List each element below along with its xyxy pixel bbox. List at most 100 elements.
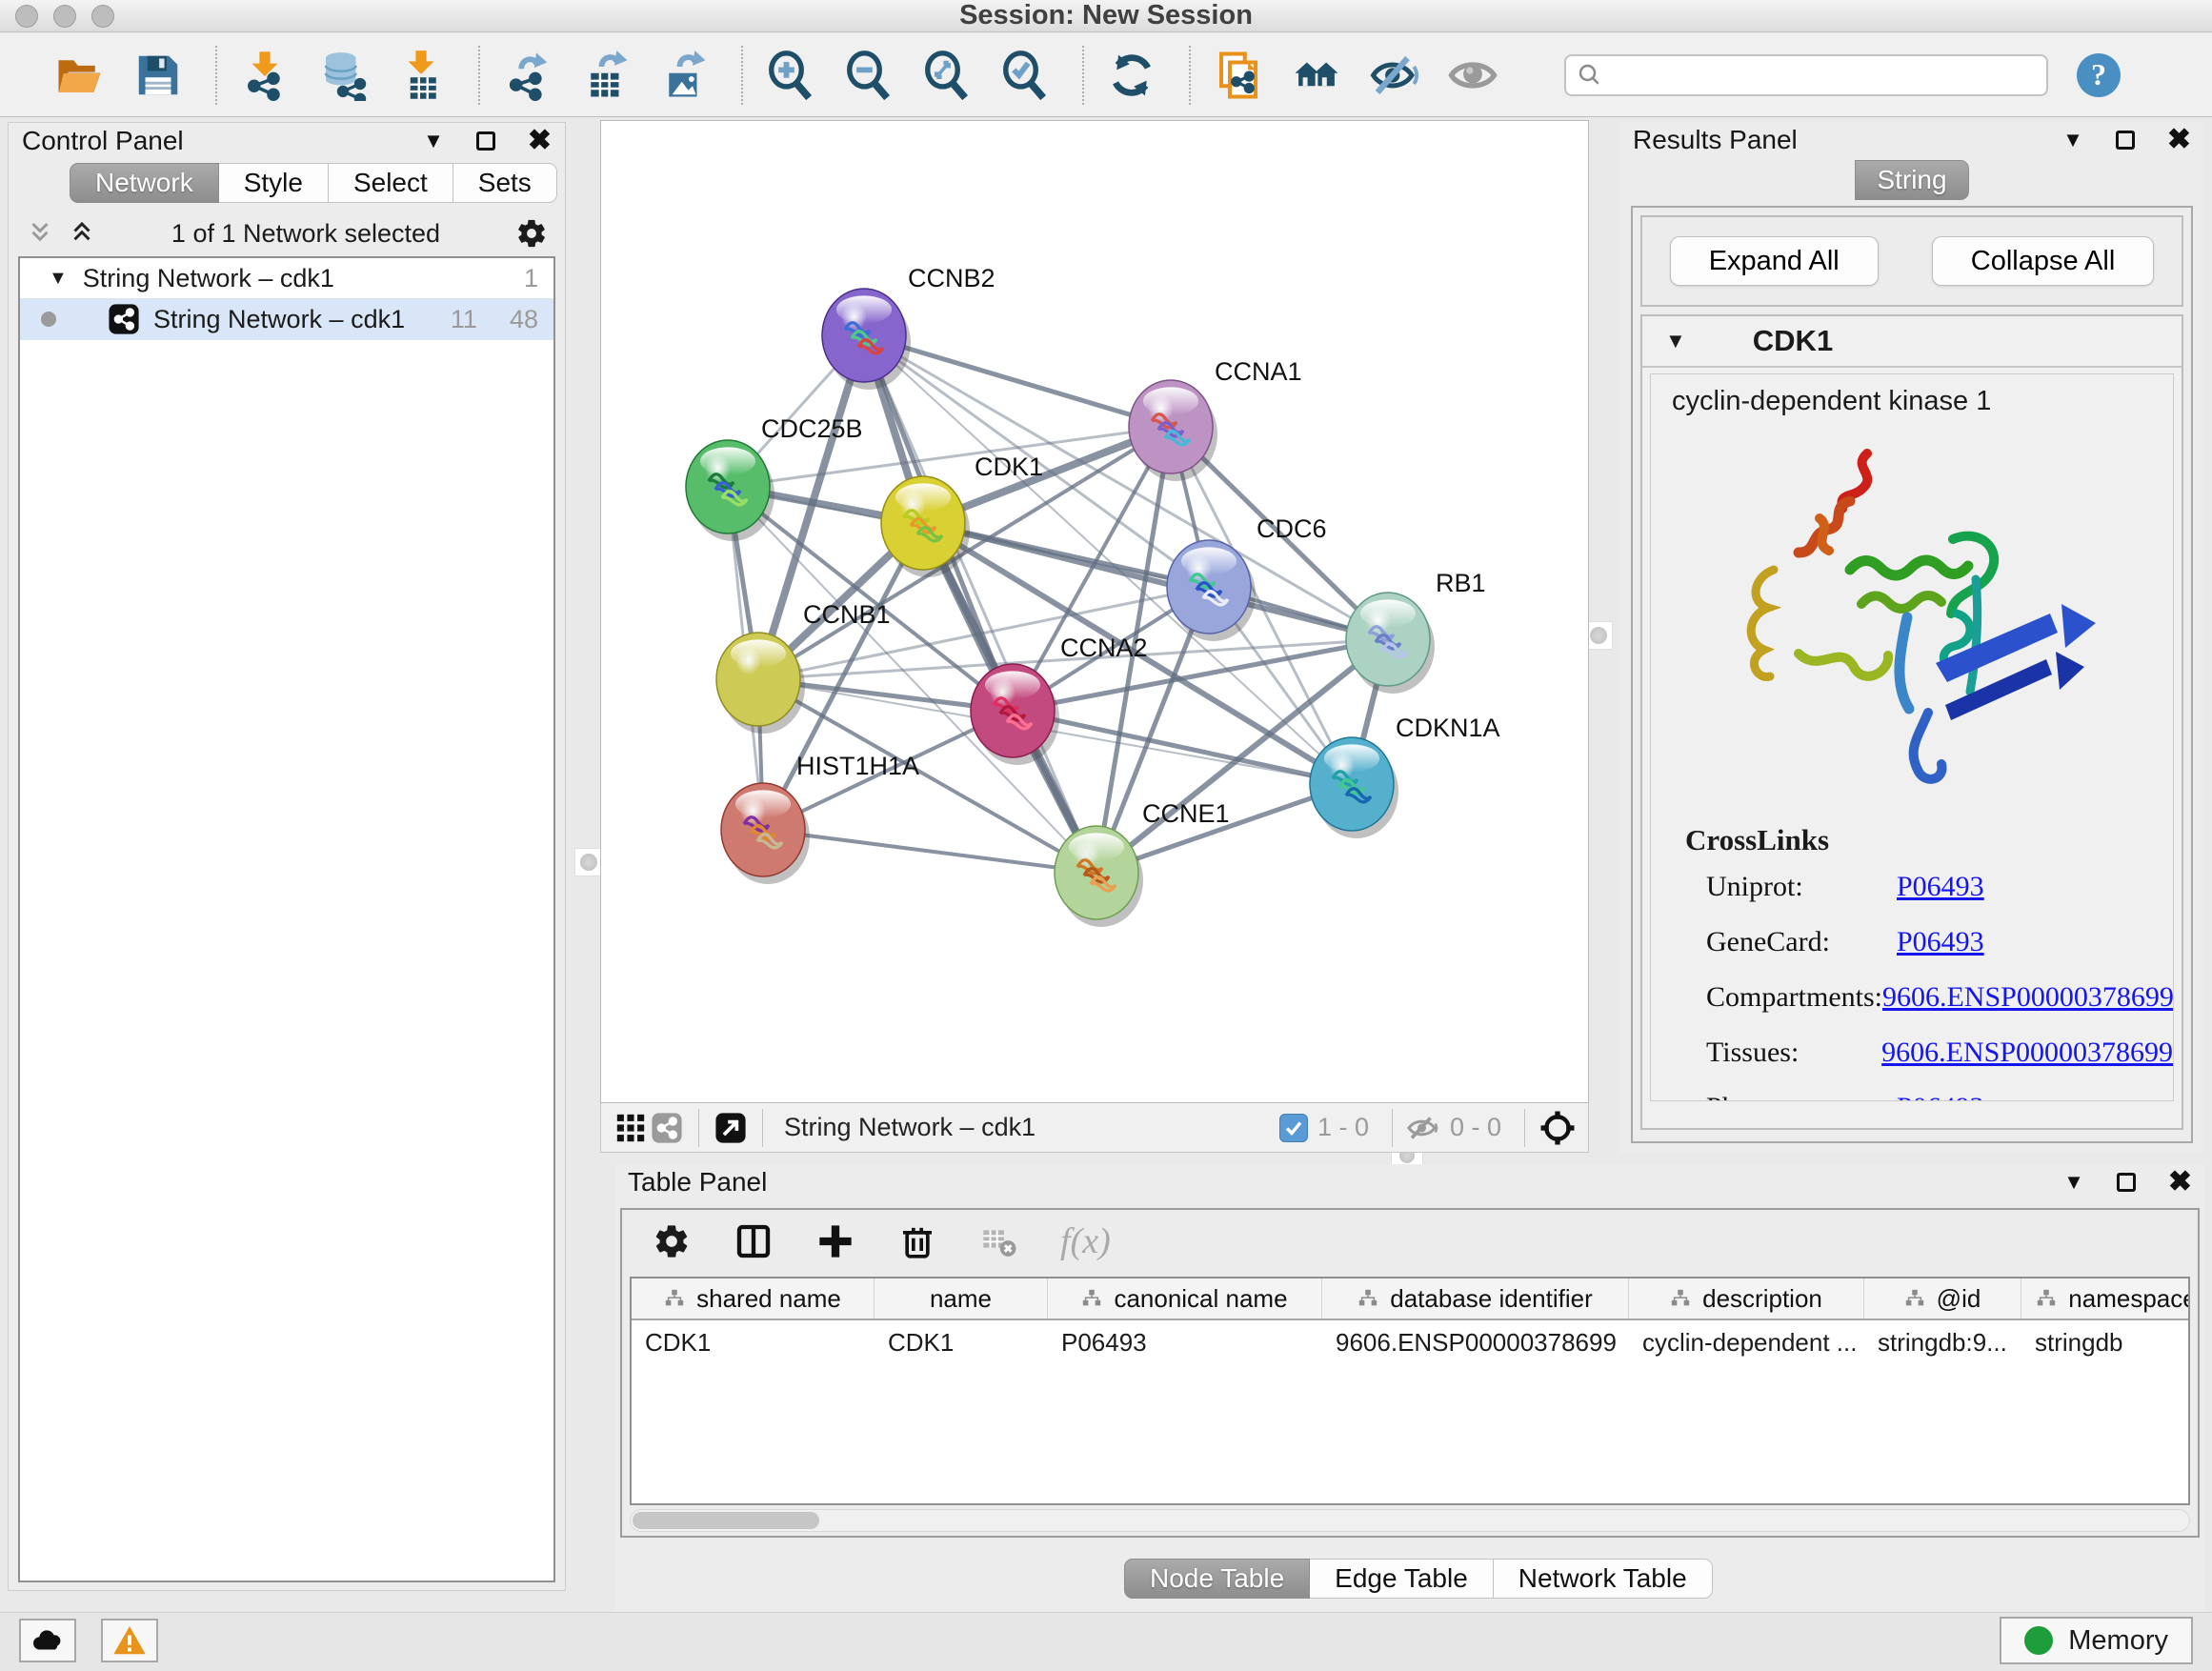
- hide-selected-icon[interactable]: [1368, 48, 1421, 103]
- cloud-status-button[interactable]: [19, 1619, 76, 1662]
- tab-select[interactable]: Select: [329, 163, 453, 203]
- grid-view-icon[interactable]: [613, 1110, 649, 1146]
- tab-style[interactable]: Style: [219, 163, 329, 203]
- panel-close-icon[interactable]: ✖: [2167, 131, 2191, 150]
- show-all-icon[interactable]: [1446, 48, 1499, 103]
- collapse-all-button[interactable]: Collapse All: [1932, 236, 2155, 286]
- node-cdk1[interactable]: [881, 476, 970, 577]
- tree-expand-icon[interactable]: ▼: [49, 268, 68, 290]
- column-header-namespace[interactable]: namespace: [2021, 1278, 2190, 1319]
- panel-float-icon[interactable]: [2116, 131, 2135, 150]
- tab-string[interactable]: String: [1855, 160, 1969, 200]
- neighbors-icon[interactable]: [1290, 48, 1343, 103]
- crosslink-row: Compartments:9606.ENSP00000378699: [1685, 981, 2173, 1014]
- network-canvas[interactable]: CCNB2CCNA1CDC25BCDK1CDC6RB1CCNB1CCNA2CDK…: [600, 120, 1589, 1103]
- column-header-canonical-name[interactable]: canonical name: [1048, 1278, 1322, 1319]
- crosslink-link[interactable]: P06493: [1897, 1092, 1984, 1101]
- network-collection-row[interactable]: ▼ String Network – cdk1 1: [20, 258, 553, 298]
- import-network-icon[interactable]: [238, 48, 292, 103]
- column-label: database identifier: [1390, 1284, 1592, 1314]
- panel-collapse-icon[interactable]: ▼: [2062, 128, 2083, 152]
- table-cell[interactable]: stringdb: [2021, 1328, 2190, 1358]
- table-row[interactable]: CDK1CDK1P064939606.ENSP00000378699cyclin…: [632, 1320, 2188, 1364]
- table-cell[interactable]: cyclin-dependent ...: [1629, 1328, 1864, 1358]
- node-cdkn1a[interactable]: [1310, 737, 1398, 838]
- tab-edge-table[interactable]: Edge Table: [1310, 1559, 1494, 1599]
- node-ccne1[interactable]: [1055, 826, 1143, 927]
- memory-button[interactable]: Memory: [2000, 1617, 2193, 1664]
- panel-collapse-icon[interactable]: ▼: [2063, 1170, 2084, 1195]
- collapse-all-icon[interactable]: [26, 219, 54, 248]
- node-ccnb2[interactable]: [822, 289, 911, 390]
- tab-network-table[interactable]: Network Table: [1494, 1559, 1713, 1599]
- help-icon[interactable]: ?: [2077, 53, 2121, 97]
- panel-collapse-icon[interactable]: ▼: [423, 129, 444, 153]
- panel-close-icon[interactable]: ✖: [528, 131, 552, 151]
- node-table[interactable]: shared namenamecanonical name database id…: [630, 1277, 2190, 1505]
- export-network-icon[interactable]: [501, 48, 554, 103]
- column-header-name[interactable]: name: [875, 1278, 1048, 1319]
- open-session-icon[interactable]: [53, 48, 107, 103]
- edge[interactable]: [864, 335, 1096, 873]
- node-cdc25b[interactable]: [686, 440, 774, 541]
- column-header--id[interactable]: @id: [1864, 1278, 2021, 1319]
- search-input[interactable]: [1604, 58, 2046, 92]
- selected-checkbox-icon[interactable]: [1279, 1114, 1308, 1142]
- export-table-icon[interactable]: [579, 48, 633, 103]
- crosslink-link[interactable]: 9606.ENSP00000378699: [1882, 981, 2174, 1014]
- table-cell[interactable]: P06493: [1048, 1328, 1322, 1358]
- horizontal-scrollbar[interactable]: [630, 1509, 2190, 1532]
- tab-network[interactable]: Network: [70, 163, 219, 203]
- zoom-fit-icon[interactable]: [920, 48, 974, 103]
- crosslink-link[interactable]: P06493: [1897, 871, 1984, 903]
- search-box[interactable]: [1564, 54, 2048, 96]
- expand-all-button[interactable]: Expand All: [1670, 236, 1879, 286]
- entry-collapse-icon[interactable]: ▼: [1665, 329, 1686, 353]
- warning-status-button[interactable]: [101, 1619, 158, 1662]
- node-ccna2[interactable]: [971, 664, 1059, 765]
- column-header-database-identifier[interactable]: database identifier: [1322, 1278, 1629, 1319]
- scrollbar-thumb[interactable]: [633, 1512, 819, 1529]
- network-from-selection-icon[interactable]: [1212, 48, 1265, 103]
- edge[interactable]: [1013, 711, 1352, 784]
- detach-view-icon[interactable]: [713, 1110, 749, 1146]
- gear-icon[interactable]: [515, 217, 548, 250]
- delete-row-trash-icon[interactable]: [896, 1220, 938, 1262]
- import-table-icon[interactable]: [394, 48, 448, 103]
- table-cell[interactable]: CDK1: [875, 1328, 1048, 1358]
- node-rb1[interactable]: [1346, 593, 1435, 694]
- expand-all-icon[interactable]: [68, 219, 96, 248]
- tab-sets[interactable]: Sets: [453, 163, 557, 203]
- column-header-shared-name[interactable]: shared name: [632, 1278, 875, 1319]
- save-session-icon[interactable]: [131, 48, 185, 103]
- crosslink-link[interactable]: P06493: [1897, 926, 1984, 958]
- birdseye-crosshair-icon[interactable]: [1538, 1109, 1577, 1147]
- export-image-icon[interactable]: [657, 48, 711, 103]
- show-columns-icon[interactable]: [733, 1220, 774, 1262]
- left-splitter-handle[interactable]: [574, 848, 603, 876]
- edge[interactable]: [763, 830, 1096, 873]
- crosslink-link[interactable]: 9606.ENSP00000378699: [1881, 1037, 2173, 1069]
- column-header-description[interactable]: description: [1629, 1278, 1864, 1319]
- add-row-icon[interactable]: [814, 1220, 856, 1262]
- table-cell[interactable]: CDK1: [632, 1328, 875, 1358]
- hidden-counts: 0 - 0: [1450, 1113, 1501, 1142]
- panel-float-icon[interactable]: [476, 131, 495, 151]
- apply-layout-icon[interactable]: [1105, 48, 1158, 103]
- network-share-gray-icon[interactable]: [649, 1110, 685, 1146]
- node-hist1h1a[interactable]: [721, 783, 810, 884]
- node-ccna1[interactable]: [1129, 380, 1217, 481]
- zoom-out-icon[interactable]: [842, 48, 895, 103]
- table-cell[interactable]: stringdb:9...: [1864, 1328, 2021, 1358]
- panel-float-icon[interactable]: [2117, 1173, 2136, 1192]
- network-graph[interactable]: CCNB2CCNA1CDC25BCDK1CDC6RB1CCNB1CCNA2CDK…: [601, 121, 1588, 1102]
- zoom-in-icon[interactable]: [764, 48, 817, 103]
- node-details-header[interactable]: ▼ CDK1: [1642, 316, 2182, 368]
- table-cell[interactable]: 9606.ENSP00000378699: [1322, 1328, 1629, 1358]
- import-database-icon[interactable]: [316, 48, 370, 103]
- tab-node-table[interactable]: Node Table: [1124, 1559, 1310, 1599]
- table-settings-gear-icon[interactable]: [651, 1220, 693, 1262]
- panel-close-icon[interactable]: ✖: [2168, 1173, 2192, 1192]
- zoom-selected-icon[interactable]: [998, 48, 1052, 103]
- network-row-selected[interactable]: String Network – cdk1 11 48: [20, 298, 553, 340]
